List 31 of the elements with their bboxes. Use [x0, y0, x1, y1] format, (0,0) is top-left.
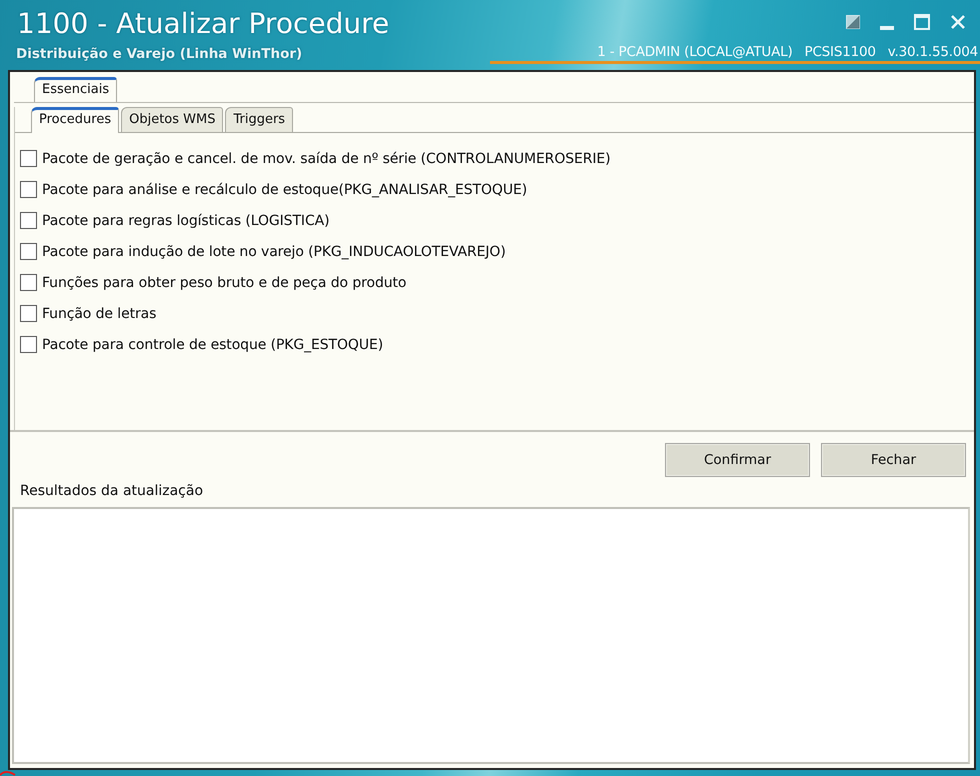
checkbox-label[interactable]: Funções para obter peso bruto e de peça do produto [42, 274, 406, 290]
version-text: v.30.1.55.004 [888, 45, 978, 60]
group-title: Resultados da atualização [19, 482, 204, 501]
half-filled-square-icon[interactable] [846, 15, 860, 29]
window-title: 1100 - Atualizar Procedure [16, 8, 390, 40]
program-code: PCSIS1100 [804, 45, 876, 60]
tab[interactable]: Triggers [225, 107, 294, 132]
checkbox[interactable] [20, 274, 37, 291]
checkbox-label[interactable]: Pacote para controle de estoque (PKG_ESTOQUE) [42, 336, 384, 352]
close-icon[interactable] [950, 14, 966, 30]
checkbox-label[interactable]: Pacote para análise e recálculo de estoque(PKG_ANALISAR_ESTOQUE) [42, 182, 528, 198]
dialog-button[interactable]: Fechar [821, 443, 966, 477]
results-field[interactable] [12, 507, 970, 764]
checkbox[interactable] [20, 150, 37, 167]
tab[interactable]: Procedures [31, 107, 120, 133]
checkbox[interactable] [20, 181, 37, 198]
checkbox-label[interactable]: Pacote para indução de lote no varejo (PKG_INDUCAOLOTEVAREJO) [42, 244, 506, 260]
checkbox[interactable] [20, 305, 37, 322]
checkbox-label[interactable]: Função de letras [42, 306, 156, 322]
dialog-button[interactable]: Confirmar [665, 443, 810, 477]
checkbox[interactable] [20, 212, 37, 229]
tab[interactable]: Objetos WMS [121, 107, 224, 132]
user-info: 1 - PCADMIN (LOCAL@ATUAL) [597, 45, 793, 60]
checkbox-label[interactable]: Pacote de geração e cancel. de mov. saída de nº série (CONTROLANUMEROSERIE) [42, 150, 611, 166]
maximize-icon[interactable] [914, 14, 930, 30]
window-subtitle: Distribuição e Varejo (Linha WinThor) [16, 46, 304, 62]
checkbox[interactable] [20, 243, 37, 260]
checkbox[interactable] [20, 336, 37, 353]
ring-mark-icon [0, 770, 16, 776]
tab[interactable]: Essenciais [34, 77, 118, 102]
checkbox-label[interactable]: Pacote para regras logísticas (LOGISTICA) [42, 212, 330, 228]
